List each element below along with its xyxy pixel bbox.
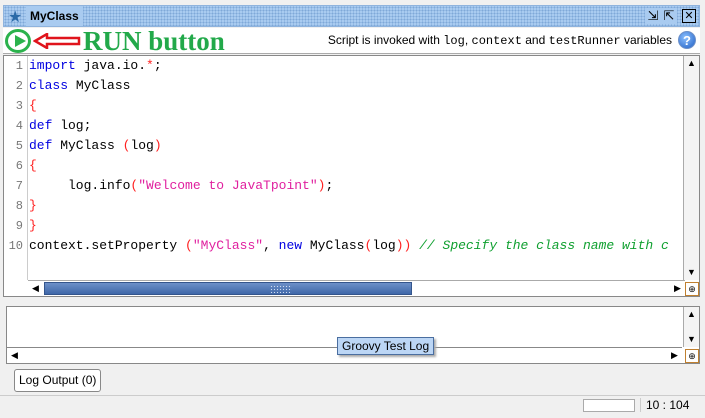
hint-text: Script is invoked with [327,33,444,47]
line-number: 6 [15,159,23,173]
code-area[interactable]: import java.io.*; class MyClass{def log; d… [29,56,684,280]
groovy-test-log-panel[interactable]: ▲ ▼ ◀ ▶ ⊕ [6,306,700,364]
code-line: { [29,156,684,176]
code-token: , [263,238,279,253]
code-token: "Welcome to JavaTpoint" [138,178,318,193]
window-title: MyClass [26,6,83,26]
zoom-icon[interactable]: ⊕ [685,282,699,296]
scroll-left-icon[interactable]: ◀ [7,348,22,363]
code-token: } [29,218,37,233]
cursor-position: 10 : 104 [640,398,689,412]
line-number: 1 [15,59,23,73]
code-token: )) [395,238,412,253]
line-number: 7 [15,179,23,193]
code-token: * [146,58,154,73]
script-editor[interactable]: 1 2 3 4 5 6 7 8 9 10 import java.io.*; class MyCla… [3,55,700,297]
code-line: def MyClass (log) [29,136,684,156]
code-token: log.info [29,178,131,193]
line-number: 8 [15,199,23,213]
code-line: import java.io.*; [29,56,684,76]
hint-text: variables [620,33,672,47]
annotation-arrow-icon [33,33,81,49]
code-token: log; [52,118,92,133]
code-token: { [29,158,37,173]
log-vertical-scrollbar[interactable]: ▲ ▼ [683,307,699,347]
line-number: 9 [15,219,23,233]
window-title-bar[interactable]: ★ MyClass ⇲ ⇱ ✕ [3,5,700,27]
hint-var-context: context [471,34,522,48]
code-token: def [29,138,53,153]
code-token: new [278,238,303,253]
code-line: } [29,196,684,216]
log-panel-tooltip: Groovy Test Log [337,337,435,355]
line-number: 2 [15,79,23,93]
status-bar: 10 : 104 [0,395,705,418]
code-token: class [29,78,69,93]
code-token: MyClass [68,78,131,93]
log-output-button[interactable]: Log Output (0) [14,369,102,392]
code-line: log.info("Welcome to JavaTpoint"); [29,176,684,196]
code-line: context.setProperty ("MyClass", new MyCl… [29,236,684,256]
scroll-up-icon[interactable]: ▲ [684,56,699,71]
line-number: 5 [15,139,23,153]
line-number: 4 [15,119,23,133]
code-line: { [29,96,684,116]
code-line: def log; [29,116,684,136]
line-number: 3 [15,99,23,113]
scrollbar-thumb[interactable] [44,282,412,295]
hint-text: and [521,33,549,47]
scroll-down-icon[interactable]: ▼ [684,332,699,347]
dock-icon[interactable]: ⇲ [645,8,661,24]
code-token: def [29,118,53,133]
hint-var-testrunner: testRunner [548,34,621,48]
close-icon[interactable]: ✕ [682,9,696,23]
code-token: log [372,238,396,253]
code-token: MyClass [302,238,365,253]
hint-var-log: log [443,34,465,48]
scroll-left-icon[interactable]: ◀ [28,281,43,296]
code-token: MyClass [52,138,123,153]
hint-text: , [464,33,472,47]
code-token: // Specify the class name with c [411,238,669,253]
code-line: } [29,216,684,236]
scroll-right-icon[interactable]: ▶ [667,348,682,363]
code-token: import [29,58,76,73]
run-button-annotation: RUN button [83,26,225,56]
help-icon[interactable]: ? [678,31,696,49]
code-token: { [29,98,37,113]
code-token: context.setProperty [29,238,186,253]
line-number: 10 [8,239,23,253]
code-line: class MyClass [29,76,684,96]
scroll-down-icon[interactable]: ▼ [684,265,699,280]
horizontal-scrollbar[interactable]: ◀ ▶ [28,280,685,296]
code-token: ; [325,178,334,193]
vertical-scrollbar[interactable]: ▲ ▼ [683,56,699,280]
code-token: } [29,198,37,213]
status-progress-box [583,399,635,412]
code-token: ; [153,58,162,73]
script-hint: Script is invoked with log, context and … [328,33,672,48]
code-token: "MyClass" [192,238,264,253]
line-number-gutter: 1 2 3 4 5 6 7 8 9 10 [4,56,28,280]
scroll-up-icon[interactable]: ▲ [684,307,699,322]
maximize-icon[interactable]: ⇱ [661,8,677,24]
star-icon: ★ [8,9,23,26]
code-token: java.io. [75,58,147,73]
code-token: ( [185,238,193,253]
scroll-right-icon[interactable]: ▶ [670,281,685,296]
run-button[interactable] [5,29,31,53]
script-toolbar: RUN button Script is invoked with log, c… [3,26,700,56]
zoom-icon[interactable]: ⊕ [685,349,699,363]
code-token: ) [153,138,162,153]
code-token: log [130,138,154,153]
